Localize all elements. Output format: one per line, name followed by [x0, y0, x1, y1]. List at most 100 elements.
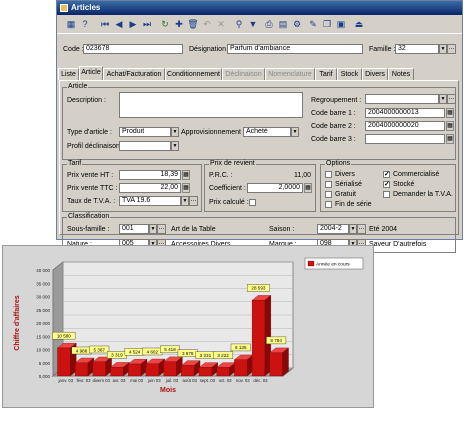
description-field[interactable]: [119, 92, 303, 118]
coefficient-field[interactable]: 2,0000: [247, 183, 303, 193]
bar: [145, 363, 159, 377]
prev-record-icon[interactable]: ◀: [113, 18, 125, 30]
code-field[interactable]: 023678: [83, 44, 183, 54]
data-label: 28 593: [251, 286, 265, 291]
stocke-checkbox[interactable]: ✓: [383, 181, 390, 188]
regroupement-lookup-button[interactable]: ...: [447, 94, 456, 104]
regroupement-field[interactable]: [365, 94, 439, 104]
print-icon[interactable]: ⎙: [263, 18, 275, 30]
famille-field[interactable]: 32: [395, 44, 439, 54]
saison-lookup-button[interactable]: ...: [357, 224, 366, 234]
designation-field[interactable]: Parfum d'ambiance: [227, 44, 363, 54]
sales-chart-panel: 0,000 5 000 10 000 15 000 20 000 25 000 30 000…: [2, 245, 374, 408]
first-record-icon[interactable]: ⏮: [99, 18, 111, 30]
tab-conditionnement[interactable]: Conditionnement: [165, 68, 222, 80]
data-label: 3 978: [182, 351, 194, 356]
bar-side: [282, 347, 289, 377]
sous-famille-lookup-button[interactable]: ...: [157, 224, 166, 234]
profil-dropdown-icon[interactable]: ▼: [171, 141, 179, 151]
tab-article[interactable]: Article: [79, 66, 103, 80]
data-label: 4 602: [147, 349, 159, 354]
bar: [216, 367, 230, 377]
tab-achat-facturation[interactable]: Achat/Facturation: [103, 68, 165, 80]
stocke-label: Stocké: [393, 181, 415, 188]
barcode3-icon[interactable]: ▦: [446, 134, 454, 144]
pv-ht-field[interactable]: 18,39: [119, 170, 181, 180]
serialise-checkbox[interactable]: [325, 181, 332, 188]
tab-liste[interactable]: Liste: [58, 68, 79, 80]
prix-calcule-checkbox[interactable]: [249, 199, 256, 206]
paste-icon[interactable]: ▣: [335, 18, 347, 30]
code-barre2-field[interactable]: 2004000000020: [365, 121, 445, 131]
appro-field[interactable]: Acheté: [243, 127, 291, 137]
tva-dropdown-icon[interactable]: ▼: [181, 196, 189, 206]
app-icon: [60, 4, 68, 12]
next-record-icon[interactable]: ▶: [127, 18, 139, 30]
print-preview-icon[interactable]: ▤: [277, 18, 289, 30]
filter-icon[interactable]: ▼: [247, 18, 259, 30]
pv-ttc-field[interactable]: 22,00: [119, 183, 181, 193]
pv-ht-calc-icon[interactable]: ▦: [182, 170, 190, 180]
divers-checkbox[interactable]: [325, 171, 332, 178]
tab-nomenclature[interactable]: Nomenclature: [265, 68, 315, 80]
type-article-dropdown-icon[interactable]: ▼: [171, 127, 179, 137]
undo-icon[interactable]: ↶: [201, 18, 213, 30]
barcode1-icon[interactable]: ▦: [446, 108, 454, 118]
x-tick-label: déc. 03: [253, 378, 268, 383]
binoculars-icon[interactable]: ⚲: [233, 18, 245, 30]
regroupement-dropdown-icon[interactable]: ▼: [439, 94, 447, 104]
saison-text: Eté 2004: [369, 226, 398, 233]
code-barre1-label: Code barre 1 :: [311, 110, 356, 117]
tva-label: Taux de T.V.A. :: [67, 198, 116, 205]
type-article-field[interactable]: Produit: [119, 127, 171, 137]
title-bar: Articles: [57, 1, 462, 15]
tva-lookup-button[interactable]: ...: [189, 196, 198, 206]
bar: [128, 363, 142, 377]
open-icon[interactable]: ▦: [65, 18, 77, 30]
cancel-icon[interactable]: ✕: [215, 18, 227, 30]
appro-dropdown-icon[interactable]: ▼: [291, 127, 299, 137]
coefficient-calc-icon[interactable]: ▦: [304, 183, 312, 193]
gratuit-label: Gratuit: [335, 191, 357, 198]
copy-icon[interactable]: ❐: [321, 18, 333, 30]
options-icon[interactable]: ⚙: [291, 18, 303, 30]
y-tick-label: 0,000: [39, 374, 51, 379]
x-tick-label: févr. 03: [76, 378, 91, 383]
help-icon[interactable]: ?: [79, 18, 91, 30]
barcode2-icon[interactable]: ▦: [446, 121, 454, 131]
code-barre3-field[interactable]: [365, 134, 445, 144]
saison-field[interactable]: 2004-2: [317, 224, 349, 234]
tools-icon[interactable]: ✎: [307, 18, 319, 30]
demander-tva-checkbox[interactable]: [383, 191, 390, 198]
fin-serie-checkbox[interactable]: [325, 201, 332, 208]
tab-stock[interactable]: Stock: [337, 68, 362, 80]
pv-ttc-calc-icon[interactable]: ▦: [182, 183, 190, 193]
tarif-group-title: Tarif: [67, 160, 83, 168]
bar: [234, 359, 248, 377]
tab-declinaison[interactable]: Déclinaison: [222, 68, 265, 80]
new-record-icon[interactable]: ✚: [173, 18, 185, 30]
sous-famille-field[interactable]: 001: [119, 224, 149, 234]
marque-text: Saveur D'autrefois: [369, 241, 427, 248]
x-tick-label: mai 03: [130, 378, 144, 383]
delete-icon[interactable]: 🗑: [187, 18, 199, 30]
pv-ht-label: Prix vente HT :: [67, 172, 114, 179]
tab-divers[interactable]: Divers: [362, 68, 388, 80]
famille-lookup-button[interactable]: ...: [447, 44, 456, 54]
prix-revient-group-title: Prix de revient: [209, 160, 256, 168]
tab-notes[interactable]: Notes: [388, 68, 414, 80]
sous-famille-dropdown-icon[interactable]: ▼: [149, 224, 157, 234]
commercialise-checkbox[interactable]: ✓: [383, 171, 390, 178]
last-record-icon[interactable]: ⏭: [141, 18, 153, 30]
x-tick-label: divers 03: [93, 378, 111, 383]
famille-dropdown-icon[interactable]: ▼: [439, 44, 447, 54]
refresh-icon[interactable]: ↻: [159, 18, 171, 30]
exit-icon[interactable]: ⏏: [353, 18, 365, 30]
profil-field[interactable]: [119, 141, 171, 151]
gratuit-checkbox[interactable]: [325, 191, 332, 198]
code-barre1-field[interactable]: 2004000000013: [365, 108, 445, 118]
tab-tarif[interactable]: Tarif: [315, 68, 337, 80]
y-tick-label: 20 000: [36, 321, 50, 326]
tva-field[interactable]: TVA 19.6: [119, 196, 181, 206]
saison-dropdown-icon[interactable]: ▼: [349, 224, 357, 234]
